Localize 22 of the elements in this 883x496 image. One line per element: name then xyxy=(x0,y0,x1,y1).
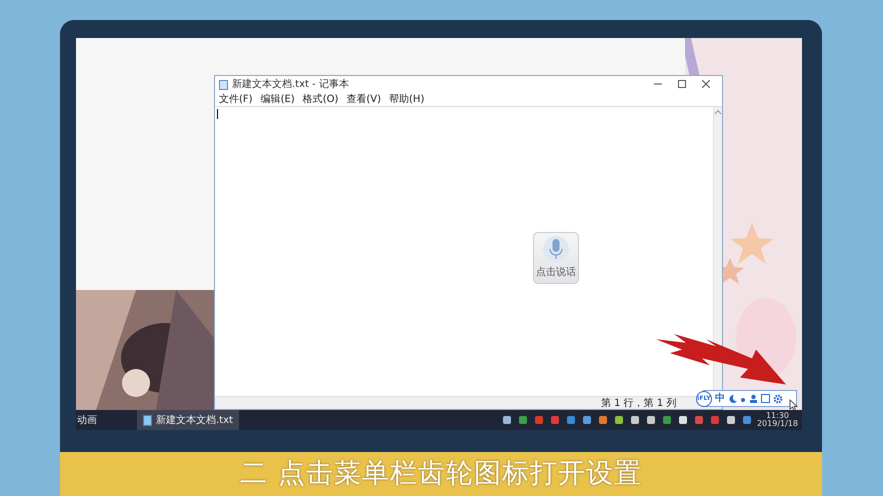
taskbar-button[interactable]: 新建文本文档.txt xyxy=(137,410,239,430)
moon-icon[interactable] xyxy=(728,394,737,403)
taskbar-label: 动画 xyxy=(77,414,97,428)
window-title: 新建文本文档.txt - 记事本 xyxy=(232,78,349,92)
menu-item[interactable]: 帮助(H) xyxy=(389,92,424,107)
menu-item[interactable]: 文件(F) xyxy=(219,92,253,107)
menu-item[interactable]: 格式(O) xyxy=(302,92,338,107)
input-mode-button[interactable]: 中 xyxy=(715,391,725,406)
document-icon xyxy=(143,414,152,426)
caption: 二 点击菜单栏齿轮图标打开设置 xyxy=(240,456,642,491)
close-icon xyxy=(702,80,710,88)
notepad-icon xyxy=(219,80,228,90)
user-icon[interactable] xyxy=(749,394,758,403)
microphone-icon xyxy=(543,236,569,262)
menu-item[interactable]: 查看(V) xyxy=(346,92,382,107)
clock[interactable]: 11:30 2019/1/18 xyxy=(756,412,798,428)
voice-input-button[interactable]: 点击说话 xyxy=(533,232,579,284)
menu-item[interactable]: 编辑(E) xyxy=(260,92,295,107)
text-cursor xyxy=(217,109,218,119)
settings-icon[interactable] xyxy=(773,394,783,404)
status-text: 第 1 行，第 1 列 xyxy=(601,396,676,410)
maximize-icon xyxy=(678,80,686,88)
